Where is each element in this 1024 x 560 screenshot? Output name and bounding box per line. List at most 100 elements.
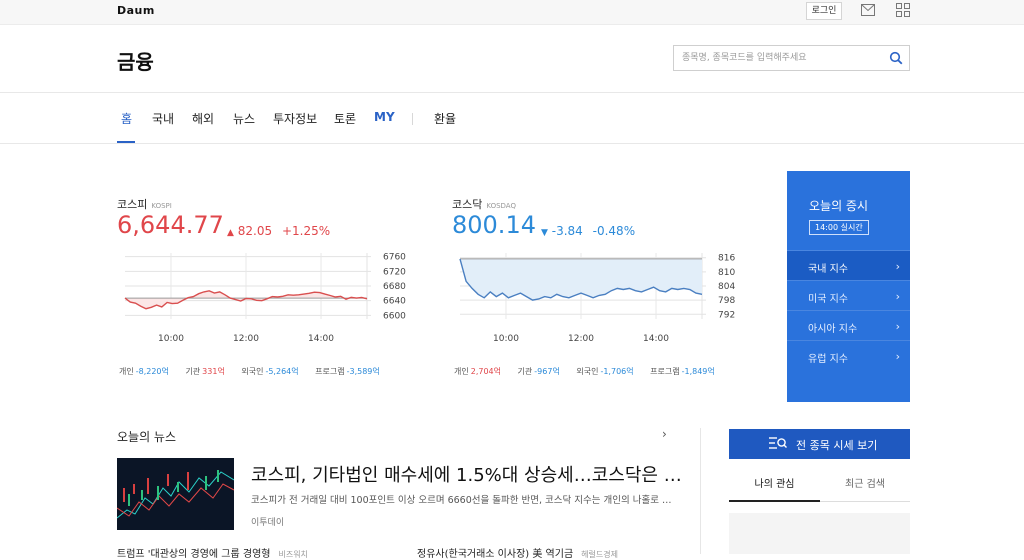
stock-list-search-icon xyxy=(769,437,787,449)
kospi-individual-label: 개인 xyxy=(119,367,134,376)
kosdaq-individual-label: 개인 xyxy=(454,367,469,376)
kosdaq-chart[interactable]: 816 810 804 798 792 10:00 12:00 14:00 xyxy=(452,245,752,350)
market-panel-title: 오늘의 증시 xyxy=(809,199,869,213)
search-input[interactable] xyxy=(682,50,882,66)
market-item-label: 유럽 지수 xyxy=(808,354,848,365)
mail-icon[interactable] xyxy=(861,4,875,16)
y-tick-label: 6640 xyxy=(383,297,406,307)
y-tick-label: 6760 xyxy=(383,253,406,263)
kosdaq-institution-label: 기관 xyxy=(517,367,533,376)
kosdaq-value: 800.14 xyxy=(452,211,536,239)
kospi-foreign-label: 외국인 xyxy=(241,367,264,376)
market-item-label: 국내 지수 xyxy=(808,264,848,275)
y-tick-label: 792 xyxy=(718,310,735,320)
search-icon[interactable] xyxy=(889,51,903,65)
tab-discussion[interactable]: 토론 xyxy=(334,110,356,127)
market-item-europe-index[interactable]: 유럽 지수 › xyxy=(787,340,910,370)
kosdaq-foreign-label: 외국인 xyxy=(576,367,599,376)
apps-grid-icon[interactable] xyxy=(896,3,910,17)
tab-investment-info[interactable]: 투자정보 xyxy=(273,110,317,127)
x-tick-label: 10:00 xyxy=(158,334,184,344)
kosdaq-change-pct: -0.48% xyxy=(592,224,636,238)
kosdaq-foreign-value: -1,706억 xyxy=(600,367,634,376)
kosdaq-individual-value: 2,704억 xyxy=(470,367,501,376)
kospi-code: KOSPI xyxy=(151,202,172,210)
kospi-program-value: -3,589억 xyxy=(346,367,380,376)
login-button[interactable]: 로그인 xyxy=(806,2,842,20)
market-item-us-index[interactable]: 미국 지수 › xyxy=(787,280,910,310)
tab-my[interactable]: MY xyxy=(374,110,395,124)
y-tick-label: 6600 xyxy=(383,311,406,321)
news-item-source: 비즈워치 xyxy=(278,550,308,559)
kospi-chart[interactable]: 6760 6720 6680 6640 6600 10:00 12:00 14:00 xyxy=(117,245,417,350)
kospi-change-pct: +1.25% xyxy=(281,224,331,238)
news-list-item[interactable]: 트럼프 '대관상의 경영에 그룹 경영형 비즈워치 xyxy=(117,545,308,560)
x-tick-label: 14:00 xyxy=(308,334,334,344)
news-item-title: 정유사(한국거래소 이사장) 美 역기금 xyxy=(417,549,574,560)
kosdaq-trade-summary: 개인 2,704억 기관 -967억 외국인 -1,706억 프로그램 -1,849억 xyxy=(452,366,715,377)
news-item-source: 헤럴드경제 xyxy=(581,550,618,559)
tab-home[interactable]: 홈 xyxy=(121,110,132,127)
kospi-change: ▲ 82.05 +1.25% xyxy=(227,224,330,238)
tab-exchange-rate[interactable]: 환율 xyxy=(434,110,456,127)
kospi-name[interactable]: 코스피 KOSPI xyxy=(117,196,172,212)
realtime-badge: 14:00 실시간 xyxy=(809,220,869,235)
tab-domestic[interactable]: 국내 xyxy=(152,110,174,127)
x-tick-label: 12:00 xyxy=(568,334,594,344)
kosdaq-institution-value: -967억 xyxy=(534,367,560,376)
search-box xyxy=(673,45,910,71)
market-item-asia-index[interactable]: 아시아 지수 › xyxy=(787,310,910,340)
chevron-right-icon: › xyxy=(895,260,900,273)
page-title: 금융 xyxy=(117,50,154,74)
news-headline[interactable]: 코스피, 기타법인 매수세에 1.5%대 상승세…코스닥은 … xyxy=(251,461,682,487)
kospi-label: 코스피 xyxy=(117,198,148,211)
kosdaq-change-value: -3.84 xyxy=(551,224,583,238)
market-item-domestic-index[interactable]: 국내 지수 › xyxy=(787,250,910,280)
kosdaq-program-value: -1,849억 xyxy=(681,367,715,376)
news-thumbnail-image xyxy=(117,458,234,530)
y-tick-label: 798 xyxy=(718,296,735,306)
kospi-institution-label: 기관 xyxy=(185,367,201,376)
tab-overseas[interactable]: 해외 xyxy=(192,110,214,127)
kosdaq-label: 코스닥 xyxy=(452,198,483,211)
chevron-right-icon: › xyxy=(895,320,900,333)
kospi-program-label: 프로그램 xyxy=(315,367,345,376)
today-market-panel: 오늘의 증시 14:00 실시간 국내 지수 › 미국 지수 › 아시아 지수 … xyxy=(787,171,910,402)
y-tick-label: 810 xyxy=(718,268,735,278)
nav-divider xyxy=(412,113,413,125)
chevron-right-icon: › xyxy=(895,290,900,303)
down-triangle-icon: ▼ xyxy=(541,228,548,238)
tab-news[interactable]: 뉴스 xyxy=(233,110,255,127)
news-list-item[interactable]: 정유사(한국거래소 이사장) 美 역기금 헤럴드경제 xyxy=(417,545,618,560)
y-tick-label: 816 xyxy=(718,254,735,264)
tab-recent-search[interactable]: 최근 검색 xyxy=(820,470,910,502)
y-tick-label: 6720 xyxy=(383,267,406,277)
tab-my-interest[interactable]: 나의 관심 xyxy=(729,470,820,502)
market-item-label: 아시아 지수 xyxy=(808,324,858,335)
kosdaq-code: KOSDAQ xyxy=(486,202,516,210)
all-stocks-label: 전 종목 시세 보기 xyxy=(796,439,878,452)
news-section-heading: 오늘의 뉴스 xyxy=(117,430,177,444)
kospi-value: 6,644.77 xyxy=(117,211,224,239)
all-stocks-button[interactable]: 전 종목 시세 보기 xyxy=(729,429,910,459)
kospi-trade-summary: 개인 -8,220억 기관 331억 외국인 -5,264억 프로그램 -3,589억 xyxy=(117,366,380,377)
news-description[interactable]: 코스피가 전 거래일 대비 100포인트 이상 오르며 6660선을 돌파한 반… xyxy=(251,492,672,506)
kospi-change-value: 82.05 xyxy=(237,224,273,238)
news-thumbnail[interactable] xyxy=(117,458,234,530)
news-source: 이투데이 xyxy=(251,518,285,528)
page-header: 금융 xyxy=(0,25,1024,93)
main-nav: 홈 국내 해외 뉴스 투자정보 토론 MY 환율 xyxy=(0,93,1024,144)
news-more-chevron-icon[interactable]: › xyxy=(662,427,667,441)
top-bar: Daum 로그인 xyxy=(0,0,1024,25)
daum-logo[interactable]: Daum xyxy=(117,4,155,17)
kospi-foreign-value: -5,264억 xyxy=(265,367,299,376)
news-item-title: 트럼프 '대관상의 경영에 그룹 경영형 xyxy=(117,549,271,560)
market-item-label: 미국 지수 xyxy=(808,294,848,305)
chevron-right-icon: › xyxy=(895,350,900,363)
kospi-individual-value: -8,220억 xyxy=(135,367,169,376)
active-tab-indicator xyxy=(117,141,135,143)
y-tick-label: 6680 xyxy=(383,282,406,292)
kospi-institution-value: 331억 xyxy=(202,367,225,376)
kosdaq-name[interactable]: 코스닥 KOSDAQ xyxy=(452,196,516,212)
interest-list-area xyxy=(729,513,910,554)
